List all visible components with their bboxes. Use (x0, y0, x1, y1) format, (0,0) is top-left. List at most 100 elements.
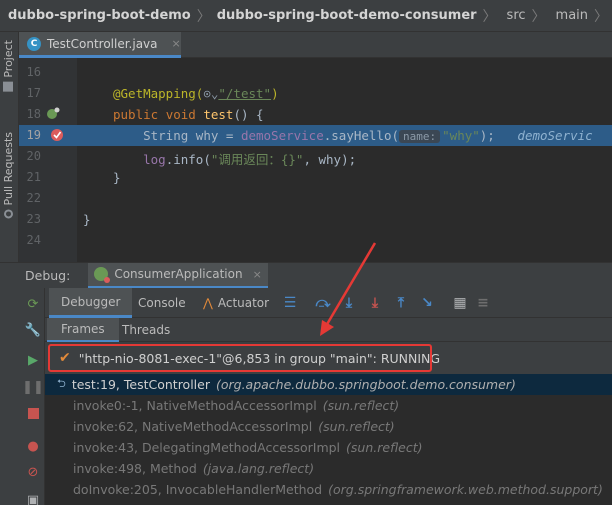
annotation-close: ) (271, 86, 279, 101)
frame-row[interactable]: doInvoke:205, InvocableHandlerMethod (or… (45, 479, 612, 500)
editor-tab-bar: C TestController.java × (19, 32, 612, 58)
tab-frames-label: Frames (61, 322, 105, 336)
debugger-toolbar: Debugger Console ⋀ Actuator ☰ ⤼ ⤓ ⤓ ⤒ ↘ … (45, 288, 612, 318)
frames-list: ⮌ test:19, TestController (org.apache.du… (45, 374, 612, 505)
bean-method-icon[interactable] (46, 107, 60, 121)
code-line: 18 public void test() { (19, 104, 612, 125)
pull-requests-tool-tab[interactable]: Pull Requests (2, 132, 15, 219)
breadcrumb-project[interactable]: dubbo-spring-boot-demo (8, 8, 191, 23)
close-icon[interactable]: × (172, 37, 181, 50)
code-text: String why = demoService.sayHello(name: "… (113, 128, 593, 143)
line-number: 23 (26, 212, 41, 226)
project-tab-label: Project (2, 40, 15, 78)
frame-row[interactable]: ⮌ test:19, TestController (org.apache.du… (45, 374, 612, 395)
mapping-path[interactable]: "/test" (218, 86, 271, 101)
java-class-icon: C (27, 36, 41, 51)
breakpoint-icon[interactable] (50, 128, 64, 142)
frame-method: invoke:62, NativeMethodAccessorImpl (73, 419, 313, 434)
annotation-text: @GetMapping( (113, 86, 204, 101)
frame-method: invoke:43, DelegatingMethodAccessorImpl (73, 440, 341, 455)
debug-header: Debug: ConsumerApplication × (0, 262, 612, 289)
trace-icon[interactable]: ≡ (475, 295, 491, 311)
camera-icon[interactable]: ▣ (25, 492, 41, 505)
frame-package: (org.springframework.web.method.support) (328, 482, 603, 497)
frame-row[interactable]: invoke:43, DelegatingMethodAccessorImpl … (45, 437, 612, 458)
tab-frames[interactable]: Frames (47, 318, 119, 342)
frame-package: (org.apache.dubbo.springboot.demo.consum… (215, 377, 516, 392)
run-to-cursor-icon[interactable]: ↘ (419, 295, 435, 311)
code-text: log.info("调用返回：{}", why); (113, 149, 356, 168)
threads-view-icon[interactable]: ☰ (282, 295, 298, 311)
code-rest: , why); (303, 152, 357, 167)
step-over-icon[interactable]: ⤼ (315, 295, 331, 311)
frame-row[interactable]: invoke:62, NativeMethodAccessorImpl (sun… (45, 416, 612, 437)
frame-package: (sun.reflect) (322, 398, 400, 413)
tab-testcontroller[interactable]: C TestController.java × (19, 32, 181, 58)
debug-actions-strip: ⟳ 🔧 ▶ ❚❚ ● ⊘ ▣ (0, 288, 45, 505)
tab-consumer-application[interactable]: ConsumerApplication × (88, 262, 268, 289)
breadcrumb-main[interactable]: main (556, 8, 588, 23)
rerun-icon[interactable]: ⟳ (25, 296, 41, 312)
breadcrumb-src[interactable]: src (507, 8, 526, 23)
method-call: .info( (165, 152, 211, 167)
pause-icon[interactable]: ❚❚ (22, 379, 44, 395)
tab-debugger[interactable]: Debugger (49, 288, 133, 318)
code-text: @GetMapping(⊙⌄"/test") (113, 86, 279, 101)
code-line: 22 (19, 188, 612, 209)
keyword: public (113, 107, 159, 122)
spring-boot-icon (94, 267, 111, 283)
mute-breakpoints-icon[interactable]: ⊘ (25, 464, 41, 480)
frame-method: test:19, TestController (71, 377, 210, 392)
breadcrumb-module[interactable]: dubbo-spring-boot-demo-consumer (217, 8, 477, 23)
step-out-icon[interactable]: ⤒ (393, 295, 409, 311)
line-number: 22 (26, 191, 41, 205)
chevron-right-icon: 〉 (196, 8, 211, 25)
inline-debug-value: demoServic (517, 128, 593, 143)
actuator-icon: ⋀ (203, 296, 213, 310)
tab-actuator-label: Actuator (217, 296, 270, 310)
project-tool-tab[interactable]: Project (2, 40, 15, 92)
return-arrow-icon: ⮌ (57, 377, 66, 390)
close-icon[interactable]: × (253, 268, 262, 281)
frame-row[interactable]: invoke0:-1, NativeMethodAccessorImpl (su… (45, 395, 612, 416)
breadcrumb: dubbo-spring-boot-demo 〉 dubbo-spring-bo… (0, 0, 612, 32)
left-tool-strip: Project Pull Requests (0, 32, 19, 262)
line-number: 20 (26, 149, 41, 163)
frame-method: doInvoke:205, InvocableHandlerMethod (73, 482, 323, 497)
code-line: 16 (19, 62, 612, 83)
code-line: 24 (19, 230, 612, 251)
run-config-label: ConsumerApplication (114, 267, 243, 281)
tab-label: TestController.java (47, 36, 158, 51)
code-end: ); (479, 128, 495, 143)
string-literal: "调用返回：{}" (210, 152, 304, 167)
tab-actuator[interactable]: ⋀ Actuator (203, 288, 269, 318)
line-number: 21 (26, 170, 41, 184)
tab-debugger-label: Debugger (61, 294, 121, 309)
keyword: void (165, 107, 196, 122)
method-name: test (203, 107, 234, 122)
code-text: } (83, 212, 91, 227)
evaluate-expression-icon[interactable]: ▦ (452, 295, 468, 311)
resume-icon[interactable]: ▶ (25, 352, 41, 368)
frame-package: (sun.reflect) (346, 440, 423, 455)
debug-title: Debug: (25, 268, 71, 283)
settings-wrench-icon[interactable]: 🔧 (25, 322, 41, 338)
parameter-hint: name: (399, 130, 441, 143)
view-breakpoints-icon[interactable]: ● (25, 438, 41, 454)
tab-console-label: Console (138, 296, 186, 310)
field-name: log (143, 152, 166, 167)
code-editor[interactable]: 16 17 @GetMapping(⊙⌄"/test") 18 public v… (19, 58, 612, 262)
globe-icon[interactable]: ⊙ (203, 86, 211, 101)
line-number: 16 (26, 65, 41, 79)
code-line: 17 @GetMapping(⊙⌄"/test") (19, 83, 612, 104)
tab-console[interactable]: Console (138, 288, 186, 318)
force-step-into-icon[interactable]: ⤓ (367, 295, 383, 311)
tab-threads[interactable]: Threads (122, 318, 170, 342)
line-number: 17 (26, 86, 41, 100)
annotation-highlight-box (48, 344, 432, 372)
pull-requests-tab-label: Pull Requests (2, 132, 15, 206)
stop-icon[interactable] (25, 405, 41, 421)
step-into-icon[interactable]: ⤓ (341, 295, 357, 311)
tab-threads-label: Threads (122, 323, 171, 337)
frame-row[interactable]: invoke:498, Method (java.lang.reflect) (45, 458, 612, 479)
